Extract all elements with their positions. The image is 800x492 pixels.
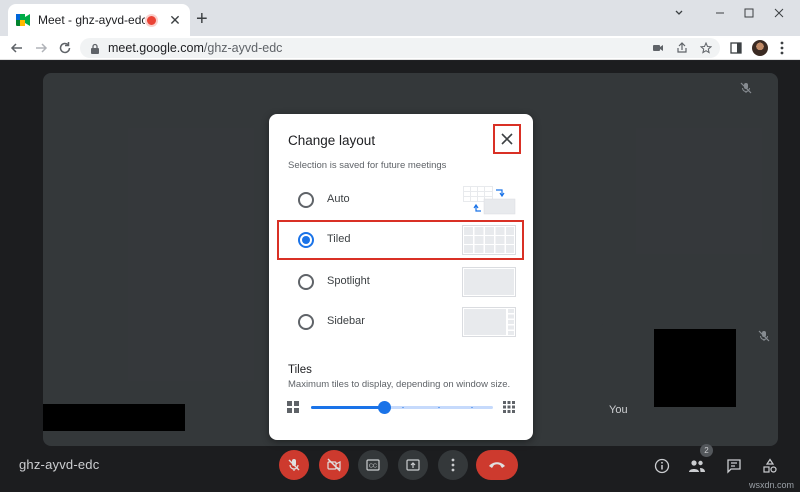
new-tab-button[interactable]: + <box>196 9 208 29</box>
watermark: wsxdn.com <box>748 480 794 490</box>
layout-option-spotlight[interactable]: Spotlight <box>277 262 524 302</box>
tab-search-icon[interactable] <box>662 2 696 24</box>
tiles-description: Maximum tiles to display, depending on w… <box>288 379 511 390</box>
tiled-layout-icon <box>462 225 516 255</box>
change-layout-dialog: Change layout Selection is saved for fut… <box>269 114 533 440</box>
back-arrow-icon <box>10 43 22 53</box>
tab-title: Meet - ghz-ayvd-edc <box>38 13 145 27</box>
side-panel-icon <box>730 42 742 54</box>
address-bar-actions <box>652 41 713 59</box>
close-icon <box>501 133 513 145</box>
dialog-subtitle: Selection is saved for future meetings <box>288 160 447 171</box>
tiles-slider-row <box>286 399 518 415</box>
browser-menu-button[interactable] <box>772 38 792 58</box>
radio-auto[interactable] <box>298 192 314 208</box>
radio-tiled[interactable] <box>298 232 314 248</box>
reload-button[interactable] <box>55 38 75 58</box>
few-tiles-icon <box>287 401 299 413</box>
side-panel-button[interactable] <box>726 38 746 58</box>
layout-option-tiled[interactable]: Tiled <box>277 220 524 260</box>
back-button[interactable] <box>7 38 27 58</box>
url-path: /ghz-ayvd-edc <box>203 41 283 55</box>
share-icon[interactable] <box>676 41 688 59</box>
radio-sidebar[interactable] <box>298 314 314 330</box>
layout-option-sidebar[interactable]: Sidebar <box>277 302 524 342</box>
forward-arrow-icon <box>36 43 48 53</box>
tiles-slider-thumb[interactable] <box>377 401 391 414</box>
many-tiles-icon <box>503 401 515 413</box>
spotlight-layout-icon <box>462 267 516 297</box>
avatar <box>752 40 768 56</box>
reload-icon <box>59 42 71 54</box>
auto-layout-icon <box>463 186 516 215</box>
tiles-heading: Tiles <box>288 364 312 376</box>
url-host: meet.google.com <box>108 41 204 55</box>
dialog-title: Change layout <box>288 133 376 148</box>
layout-label-sidebar: Sidebar <box>327 315 365 327</box>
url-text: meet.google.com/ghz-ayvd-edc <box>108 41 282 55</box>
slider-tick <box>402 407 404 408</box>
recording-indicator-icon <box>145 13 158 27</box>
layout-label-auto: Auto <box>327 193 350 205</box>
tab-strip: Meet - ghz-ayvd-edc ✕ + <box>0 0 800 36</box>
slider-tick <box>471 407 474 408</box>
bookmark-star-icon[interactable] <box>699 41 713 59</box>
sidebar-layout-icon <box>462 307 516 337</box>
forward-button[interactable] <box>31 38 51 58</box>
dialog-close-button[interactable] <box>493 124 521 154</box>
window-close-icon[interactable] <box>762 2 796 24</box>
profile-button[interactable] <box>750 38 770 58</box>
browser-toolbar: meet.google.com/ghz-ayvd-edc <box>0 36 800 60</box>
tab-close-icon[interactable]: ✕ <box>168 12 182 29</box>
address-bar[interactable]: meet.google.com/ghz-ayvd-edc <box>80 38 720 58</box>
maximize-icon[interactable] <box>732 2 766 24</box>
google-meet-icon <box>16 14 30 26</box>
slider-tick <box>438 407 441 408</box>
layout-label-tiled: Tiled <box>327 233 351 245</box>
radio-spotlight[interactable] <box>298 274 314 290</box>
layout-label-spotlight: Spotlight <box>327 275 370 287</box>
tiles-slider-fill <box>311 406 384 409</box>
more-vertical-icon <box>780 41 784 55</box>
tiles-slider[interactable] <box>311 401 493 414</box>
browser-tab-meet[interactable]: Meet - ghz-ayvd-edc ✕ <box>8 4 190 36</box>
layout-option-auto[interactable]: Auto <box>277 180 524 220</box>
lock-icon <box>90 43 100 54</box>
camera-permission-icon[interactable] <box>652 41 664 59</box>
